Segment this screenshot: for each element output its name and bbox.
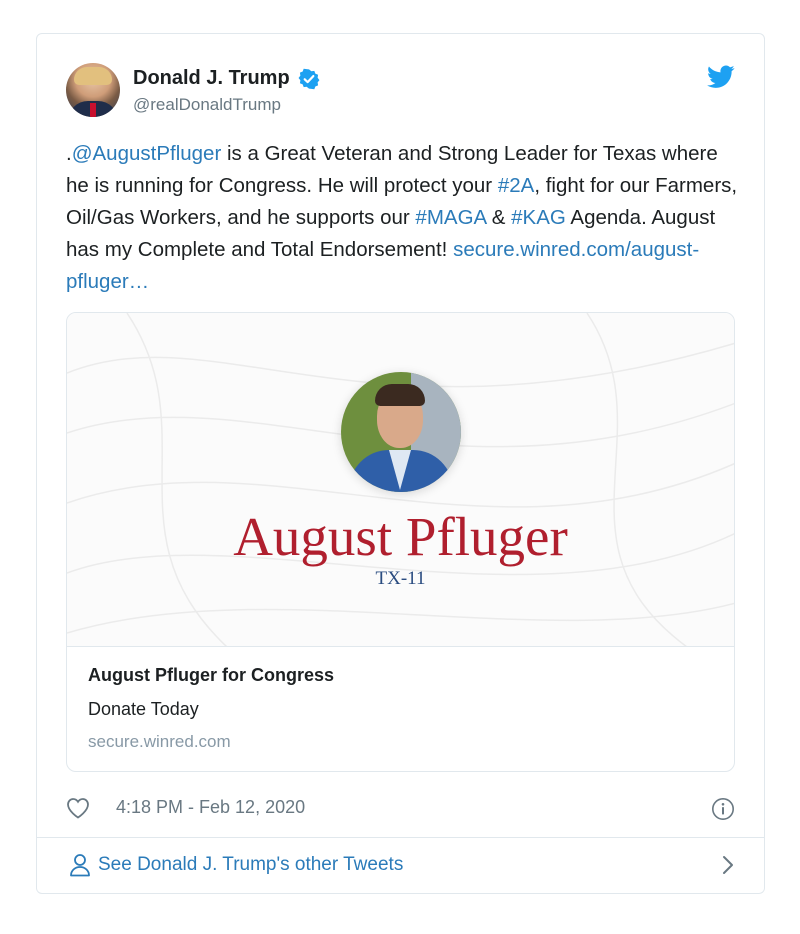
tweet-link[interactable]: #MAGA (415, 206, 486, 229)
user-avatar[interactable] (66, 63, 120, 117)
candidate-photo (341, 372, 461, 492)
card-domain: secure.winred.com (88, 732, 231, 751)
display-name[interactable]: Donald J. Trump (133, 67, 290, 90)
divider (37, 837, 764, 838)
see-other-tweets-link[interactable]: See Donald J. Trump's other Tweets (66, 850, 735, 880)
tweet-link[interactable]: #2A (498, 174, 534, 197)
twitter-bird-icon[interactable] (707, 65, 735, 89)
tweet-text-segment: & (486, 206, 512, 229)
tweet-link[interactable]: @AugustPfluger (72, 142, 222, 165)
timestamp[interactable]: 4:18 PM - Feb 12, 2020 (116, 797, 305, 818)
card-image[interactable]: August Pfluger TX-11 (67, 313, 734, 647)
tweet-meta: 4:18 PM - Feb 12, 2020 (66, 795, 735, 823)
info-icon[interactable] (711, 797, 735, 821)
card-body: August Pfluger for Congress Donate Today… (88, 664, 708, 753)
card-description: Donate Today (88, 699, 199, 719)
heart-icon[interactable] (66, 797, 90, 819)
embedded-tweet: Donald J. Trump @realDonaldTrump .@Augus… (36, 33, 765, 894)
tweet-header: Donald J. Trump @realDonaldTrump (66, 63, 735, 123)
tweet-text: .@AugustPfluger is a Great Veteran and S… (66, 138, 746, 298)
card-title[interactable]: August Pfluger for Congress (88, 664, 708, 686)
link-preview-card[interactable]: August Pfluger TX-11 August Pfluger for … (66, 312, 735, 772)
verified-badge-icon (298, 68, 320, 89)
name-row: Donald J. Trump (133, 67, 320, 90)
user-handle[interactable]: @realDonaldTrump (133, 95, 281, 115)
tweet-link[interactable]: #KAG (511, 206, 566, 229)
see-other-tweets-label[interactable]: See Donald J. Trump's other Tweets (98, 854, 403, 876)
chevron-right-icon[interactable] (721, 855, 735, 875)
person-icon (70, 854, 90, 877)
card-image-headline: August Pfluger (233, 506, 568, 567)
card-image-subheadline: TX-11 (375, 568, 426, 589)
